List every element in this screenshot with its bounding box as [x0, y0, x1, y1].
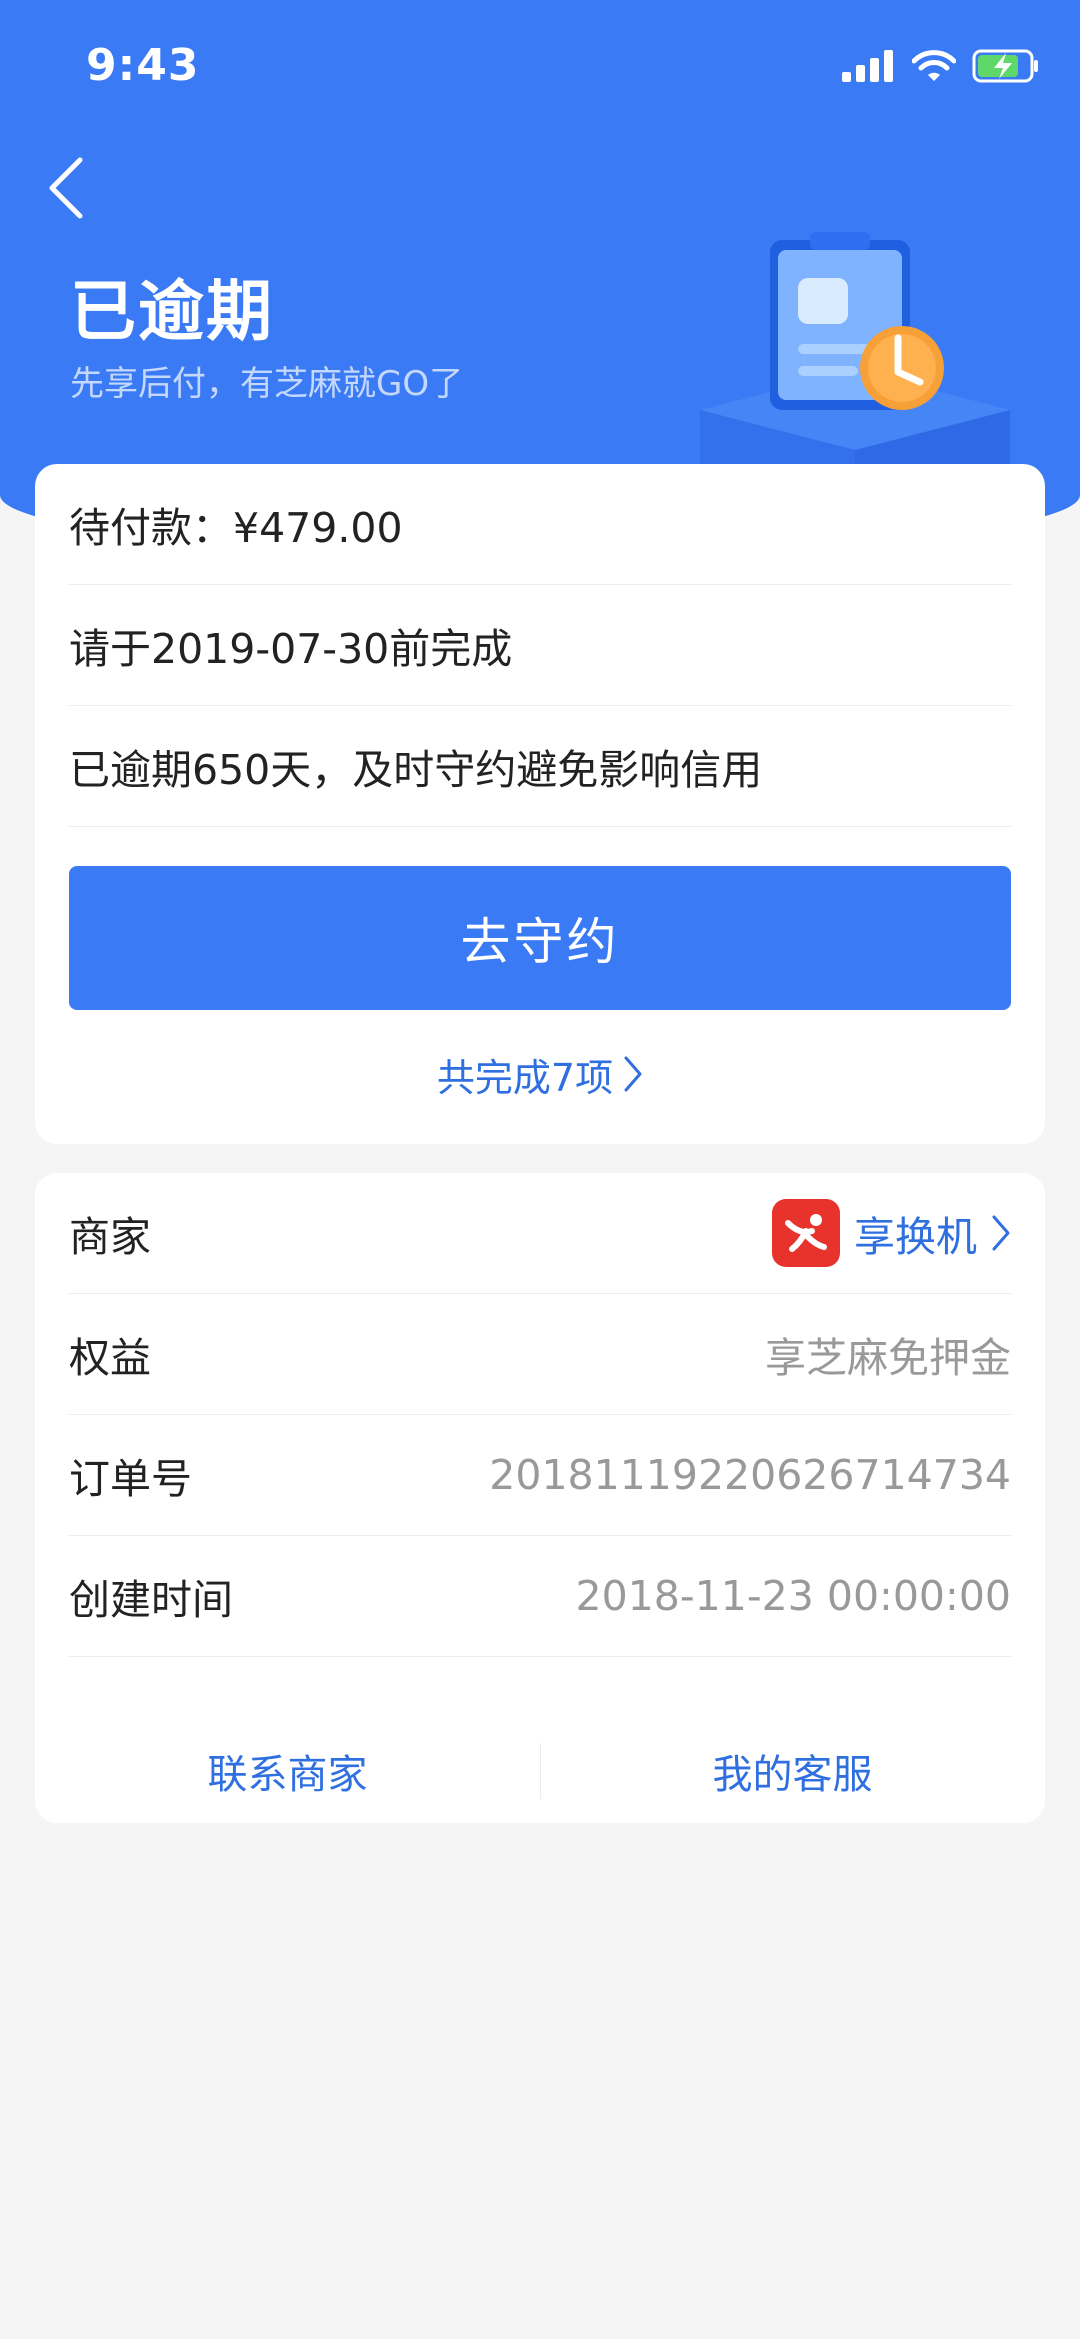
chevron-left-icon: [49, 157, 83, 219]
overdue-notice: 已逾期650天，及时守约避免影响信用: [69, 746, 763, 794]
benefit-value: 享芝麻免押金: [765, 1334, 1011, 1382]
order-number-label: 订单号: [69, 1455, 192, 1503]
amount-row: 待付款：¥479.00: [69, 464, 1011, 585]
status-time: 9:43: [86, 40, 200, 91]
card-actions: 联系商家 我的客服: [35, 1719, 1045, 1823]
order-detail-page: 9:43 已逾期 先享后付，有芝麻就GO了 待付款：¥479.00 请于2019…: [0, 0, 1080, 2339]
page-subtitle: 先享后付，有芝麻就GO了: [70, 364, 464, 404]
status-bar: 9:43: [0, 0, 1080, 130]
deadline-text: 请于2019-07-30前完成: [69, 625, 513, 673]
amount-due: 待付款：¥479.00: [69, 504, 403, 552]
completed-items-label: 共完成7项: [436, 1055, 614, 1100]
contact-merchant-button[interactable]: 联系商家: [35, 1719, 540, 1823]
payment-card: 待付款：¥479.00 请于2019-07-30前完成 已逾期650天，及时守约…: [35, 464, 1045, 1144]
battery-charging-icon: [972, 49, 1038, 83]
status-icons: [842, 46, 1040, 86]
signal-icon: [842, 50, 893, 82]
page-title: 已逾期: [70, 273, 274, 350]
completed-items-link[interactable]: 共完成7项: [35, 1044, 1045, 1104]
chevron-right-icon: [992, 1215, 1010, 1251]
customer-service-button[interactable]: 我的客服: [540, 1719, 1045, 1823]
merchant-row[interactable]: 商家 享换机: [69, 1173, 1011, 1294]
overdue-row: 已逾期650天，及时守约避免影响信用: [69, 706, 1011, 827]
fulfill-button[interactable]: 去守约: [69, 866, 1011, 1010]
merchant-link[interactable]: 享换机: [772, 1199, 1011, 1267]
merchant-label: 商家: [69, 1213, 151, 1261]
deadline-row: 请于2019-07-30前完成: [69, 585, 1011, 706]
back-button[interactable]: [40, 152, 92, 224]
merchant-name: 享换机: [854, 1213, 977, 1261]
merchant-logo-icon: [772, 1199, 840, 1267]
order-number-row: 订单号 20181119220626714734: [69, 1415, 1011, 1536]
wifi-icon: [912, 50, 956, 81]
order-number-value: 20181119220626714734: [489, 1451, 1011, 1499]
benefit-row: 权益 享芝麻免押金: [69, 1294, 1011, 1415]
order-details-card: 商家 享换机 权益 享芝麻免押金 订单号 2018111922062671473…: [35, 1173, 1045, 1823]
created-time-label: 创建时间: [69, 1576, 233, 1624]
benefit-label: 权益: [69, 1334, 151, 1382]
created-time-value: 2018-11-23 00:00:00: [575, 1572, 1011, 1620]
created-time-row: 创建时间 2018-11-23 00:00:00: [69, 1536, 1011, 1657]
chevron-right-icon: [624, 1056, 642, 1092]
